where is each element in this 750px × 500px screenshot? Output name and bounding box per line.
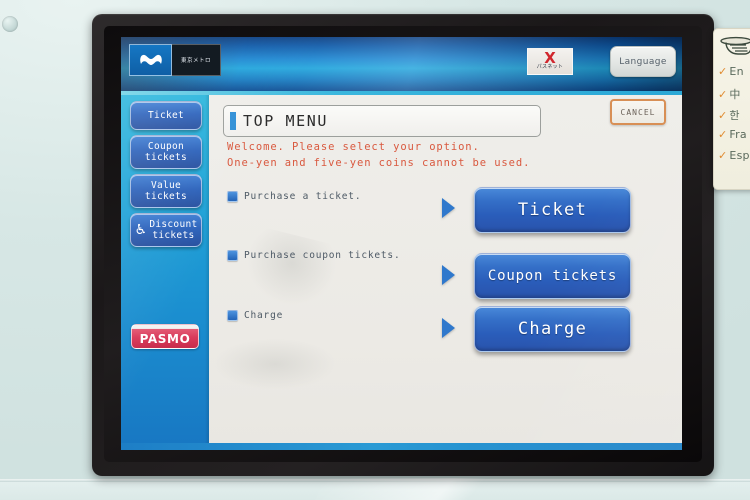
option-description: Purchase coupon tickets. xyxy=(244,250,401,261)
welcome-message: Welcome. Please select your option. One-… xyxy=(227,139,657,171)
language-sign: ✓ En ✓ 中 ✓ 한 ✓ Fra ✓ Esp xyxy=(713,28,750,190)
check-icon: ✓ xyxy=(718,128,728,141)
sidebar-item-value-tickets[interactable]: Value tickets xyxy=(130,174,202,208)
screenshot-root: 東京メトロ X パスネット Language Ticket Coupon tic… xyxy=(0,0,750,500)
bullet-icon xyxy=(227,250,238,261)
sidebar-item-label: Value xyxy=(150,179,182,191)
option-label: Purchase coupon tickets. xyxy=(227,250,400,261)
bullet-icon xyxy=(227,310,238,321)
metro-mark-icon xyxy=(129,44,172,76)
arrow-right-icon xyxy=(442,318,455,338)
sign-language-item: ✓ Esp xyxy=(718,149,750,162)
pointing-hand-icon xyxy=(720,33,750,61)
option-description: Charge xyxy=(244,310,284,321)
check-icon: ✓ xyxy=(718,149,728,162)
touchscreen[interactable]: 東京メトロ X パスネット Language Ticket Coupon tic… xyxy=(121,37,682,450)
sidebar-item-label: Coupon xyxy=(147,140,185,152)
sign-language-item: ✓ 中 xyxy=(718,86,741,102)
check-icon: ✓ xyxy=(718,65,728,78)
option-description: Purchase a ticket. xyxy=(244,191,362,202)
sign-language-label: Fra xyxy=(729,128,747,141)
arrow-right-icon xyxy=(442,265,455,285)
metro-logo-text-label: 東京メトロ xyxy=(180,58,211,64)
title-accent-bar xyxy=(230,112,236,130)
sidebar-item-label: Discount xyxy=(149,218,198,230)
pasnet-label: パスネット xyxy=(536,64,564,70)
page-title: TOP MENU xyxy=(223,105,541,137)
sidebar-item-coupon-tickets[interactable]: Coupon tickets xyxy=(130,135,202,169)
pasnet-x-icon: X xyxy=(544,49,556,67)
sidebar-item-label: Ticket xyxy=(147,109,185,121)
sidebar-item-label: tickets xyxy=(144,191,188,202)
charge-button[interactable]: Charge xyxy=(474,306,631,352)
bullet-icon xyxy=(227,191,238,202)
pasmo-logo-label: PASMO xyxy=(139,332,191,346)
sign-language-item: ✓ 한 xyxy=(718,107,740,123)
welcome-line-1: Welcome. Please select your option. xyxy=(227,141,480,153)
screen-footer-strip xyxy=(121,443,682,450)
coupon-tickets-button[interactable]: Coupon tickets xyxy=(474,253,631,299)
sign-language-item: ✓ En xyxy=(718,65,744,78)
sidebar-item-ticket[interactable]: Ticket xyxy=(130,101,202,130)
cancel-button[interactable]: CANCEL xyxy=(610,99,666,125)
screen-smudge xyxy=(215,339,335,389)
sign-language-label: 한 xyxy=(729,109,740,122)
arrow-right-icon xyxy=(442,198,455,218)
main-panel: TOP MENU Welcome. Please select your opt… xyxy=(209,95,682,443)
sign-language-label: Esp xyxy=(729,149,750,162)
screen-smudge xyxy=(237,225,343,315)
metro-logo-text: 東京メトロ xyxy=(172,44,221,76)
tokyo-metro-logo: 東京メトロ xyxy=(129,44,221,76)
pasmo-logo: PASMO xyxy=(131,324,199,349)
language-button[interactable]: Language xyxy=(610,46,676,77)
wheelchair-icon: ♿ xyxy=(134,222,148,238)
sidebar-item-label: tickets xyxy=(144,152,188,163)
option-label: Purchase a ticket. xyxy=(227,191,361,202)
panel-screw xyxy=(2,16,18,32)
page-title-text: TOP MENU xyxy=(243,112,329,130)
sidebar-item-discount-tickets[interactable]: ♿ Discount tickets xyxy=(130,213,202,247)
sign-language-item: ✓ Fra xyxy=(718,128,747,141)
panel-highlight xyxy=(315,478,585,500)
check-icon: ✓ xyxy=(718,87,728,101)
ticket-button[interactable]: Ticket xyxy=(474,187,631,233)
pasnet-logo: X パスネット xyxy=(527,48,573,75)
welcome-line-2: One-yen and five-yen coins cannot be use… xyxy=(227,157,531,169)
check-icon: ✓ xyxy=(718,108,728,122)
sign-language-label: 中 xyxy=(729,88,741,101)
option-label: Charge xyxy=(227,310,283,321)
sidebar-item-label: tickets xyxy=(152,230,195,241)
sidebar: Ticket Coupon tickets Value tickets ♿ Di xyxy=(121,95,209,443)
sign-language-label: En xyxy=(729,65,744,78)
